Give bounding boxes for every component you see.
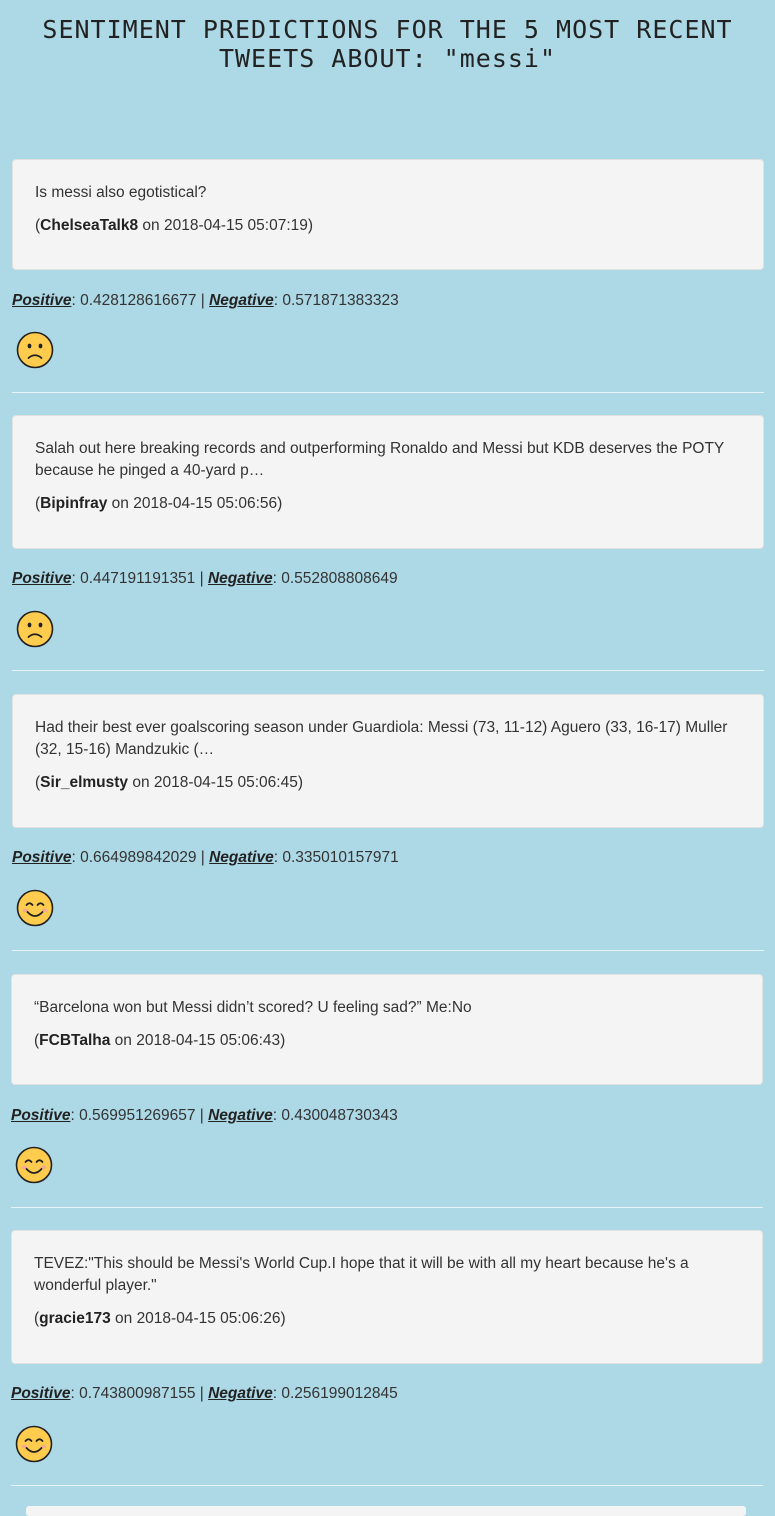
tweet-text: “Barcelona won but Messi didn’t scored? … [34, 999, 472, 1016]
negative-label: Negative [209, 292, 274, 309]
smiling-face-icon [15, 1146, 53, 1184]
tweet-entry: Is messi also egotistical? (ChelseaTalk8… [0, 159, 775, 393]
sentiment-scores: Positive: 0.569951269657 | Negative: 0.4… [11, 1107, 398, 1124]
page-title: SENTIMENT PREDICTIONS FOR THE 5 MOST REC… [42, 15, 733, 73]
positive-score: 0.569951269657 [79, 1107, 196, 1124]
smiling-face-icon [15, 1425, 53, 1463]
tweet-username: FCBTalha [39, 1032, 111, 1049]
sad-face-icon [16, 331, 54, 369]
positive-label: Positive [11, 1107, 71, 1124]
positive-score: 0.743800987155 [79, 1385, 196, 1402]
tweet-card: Is messi also egotistical? (ChelseaTalk8… [12, 159, 764, 270]
tweet-text: Is messi also egotistical? [35, 184, 207, 201]
positive-score: 0.428128616677 [80, 292, 197, 309]
positive-label: Positive [11, 1385, 71, 1402]
negative-label: Negative [209, 849, 274, 866]
negative-score: 0.335010157971 [282, 849, 399, 866]
tweet-card: TEVEZ:"This should be Messi's World Cup.… [11, 1230, 763, 1364]
sentiment-scores: Positive: 0.743800987155 | Negative: 0.2… [11, 1385, 398, 1402]
next-tweet-card-edge [26, 1506, 746, 1516]
tweet-card: Salah out here breaking records and outp… [12, 415, 764, 549]
tweet-entry: Salah out here breaking records and outp… [0, 415, 775, 671]
tweet-card: Had their best ever goalscoring season u… [12, 694, 764, 828]
tweet-timestamp: 2018-04-15 05:06:26 [136, 1310, 281, 1327]
tweet-username: gracie173 [39, 1310, 111, 1327]
divider [11, 1485, 763, 1486]
negative-score: 0.430048730343 [281, 1107, 398, 1124]
divider [12, 392, 764, 393]
tweet-meta: (gracie173 on 2018-04-15 05:06:26) [34, 1310, 286, 1327]
positive-score: 0.664989842029 [80, 849, 197, 866]
tweet-meta: (Bipinfray on 2018-04-15 05:06:56) [35, 495, 283, 512]
positive-score: 0.447191191351 [80, 570, 196, 587]
negative-score: 0.256199012845 [281, 1385, 398, 1402]
negative-score: 0.552808808649 [281, 570, 398, 587]
tweet-entry: TEVEZ:"This should be Messi's World Cup.… [0, 1230, 775, 1486]
negative-score: 0.571871383323 [282, 292, 399, 309]
negative-label: Negative [208, 1107, 273, 1124]
divider [12, 950, 764, 951]
tweet-entry: “Barcelona won but Messi didn’t scored? … [0, 974, 775, 1208]
sad-face-icon [16, 610, 54, 648]
smiling-face-icon [16, 889, 54, 927]
tweet-text: TEVEZ:"This should be Messi's World Cup.… [34, 1255, 689, 1294]
tweet-meta: (ChelseaTalk8 on 2018-04-15 05:07:19) [35, 217, 314, 234]
negative-label: Negative [208, 1385, 273, 1402]
tweet-meta: (Sir_elmusty on 2018-04-15 05:06:45) [35, 774, 304, 791]
tweet-card: “Barcelona won but Messi didn’t scored? … [11, 974, 763, 1085]
tweet-meta: (FCBTalha on 2018-04-15 05:06:43) [34, 1032, 286, 1049]
tweet-text: Salah out here breaking records and outp… [35, 440, 724, 479]
tweet-username: ChelseaTalk8 [40, 217, 139, 234]
tweet-text: Had their best ever goalscoring season u… [35, 719, 728, 758]
tweet-timestamp: 2018-04-15 05:06:43 [136, 1032, 281, 1049]
positive-label: Positive [12, 570, 72, 587]
tweet-entry: Had their best ever goalscoring season u… [0, 694, 775, 951]
tweet-timestamp: 2018-04-15 05:06:56 [133, 495, 278, 512]
tweet-timestamp: 2018-04-15 05:07:19 [163, 217, 308, 234]
sentiment-scores: Positive: 0.664989842029 | Negative: 0.3… [12, 849, 399, 866]
positive-label: Positive [12, 292, 72, 309]
tweet-timestamp: 2018-04-15 05:06:45 [153, 774, 298, 791]
negative-label: Negative [207, 570, 273, 587]
divider [11, 1207, 763, 1208]
divider [12, 670, 764, 671]
sentiment-scores: Positive: 0.428128616677 | Negative: 0.5… [12, 292, 399, 309]
tweet-username: Sir_elmusty [40, 774, 129, 791]
positive-label: Positive [12, 849, 72, 866]
sentiment-scores: Positive: 0.447191191351 | Negative: 0.5… [12, 570, 398, 587]
tweet-username: Bipinfray [40, 495, 108, 512]
